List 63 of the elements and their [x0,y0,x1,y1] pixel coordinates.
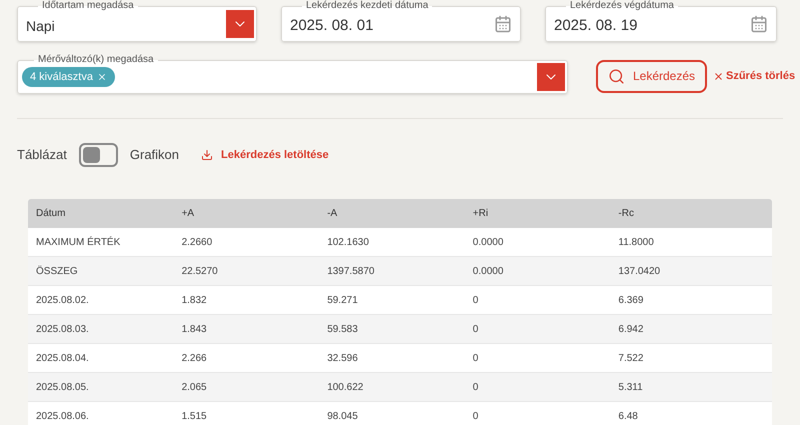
clear-filter-link[interactable]: Szűrés törlés [713,68,796,84]
table-cell-text: 32.596 [327,352,359,366]
field-label: Lekérdezés kezdeti dátuma [305,1,430,11]
table-cell-text: 6.369 [618,294,644,308]
table-cell-text: 22.5270 [182,264,219,278]
table-cell-text: 1.843 [182,322,208,336]
field-label: Időtartam megadása [41,1,135,11]
table-cell-text: 2.266 [182,352,208,366]
table-cell-text: 7.522 [618,352,644,366]
download-icon [201,149,214,161]
field-label: Mérőváltozó(k) megadása [37,55,155,65]
table-cell-text: 100.622 [327,380,364,394]
table-cell-text: 137.0420 [618,264,662,278]
table-cell-text: 2.2660 [182,236,214,250]
table-cell-text: ÖSSZEG [36,264,79,278]
table-cell-text: 0.0000 [472,264,504,278]
column-header: +A [182,207,196,221]
table-cell-text: 102.1630 [327,236,370,250]
remove-icon[interactable] [96,72,107,82]
table-cell-text: 2025.08.04. [36,352,90,366]
column-header: Dátum [36,207,66,221]
query-button[interactable]: Lekérdezés [596,60,707,92]
table-cell-text: 6.48 [618,410,639,424]
table-cell-text: 1397.5870 [327,264,376,278]
table-cell-text: 0.0000 [472,236,504,250]
table-cell-text: 2025.08.05. [36,380,90,394]
calendar-icon[interactable] [750,15,768,33]
table-cell-text: 2.065 [182,380,208,394]
search-icon [608,68,625,84]
input-field[interactable]: Időtartam megadása Napi [17,1,257,42]
close-icon [713,70,724,82]
input-field[interactable]: Mérőváltozó(k) megadása 4 kiválasztva [17,55,568,94]
column-header: -Rc [618,207,635,221]
table-cell-text: 2025.08.02. [36,294,90,308]
table-cell-text: 59.271 [327,294,359,308]
input-field[interactable]: Lekérdezés végdátuma 2025. 08. 19 [545,1,777,42]
table-cell-text: 0 [472,294,480,308]
table-cell-text: 0 [472,410,480,424]
table-cell-text: 0 [472,352,480,366]
table-cell-text: 0 [472,380,480,394]
table-cell-text: 1.832 [182,294,208,308]
view-toggle[interactable] [78,143,118,167]
table-cell-text: 98.045 [327,410,359,424]
table-cell-text: 11.8000 [618,236,655,250]
column-header: -A [327,207,338,221]
table-cell-text: 1.515 [182,410,208,424]
table-cell-text: 5.311 [618,380,644,394]
table-cell-text: 2025.08.03. [36,322,90,336]
field-value: 2025. 08. 19 [554,16,638,36]
field-value: 2025. 08. 01 [290,16,374,36]
column-header: +Ri [472,207,490,221]
table-cell-text: 59.583 [327,322,359,336]
field-label: Lekérdezés végdátuma [569,1,675,11]
download-link[interactable]: Lekérdezés letöltése [201,146,329,164]
table-cell-text: 0 [472,322,480,336]
field-value: Napi [26,16,56,36]
table-cell-text: 2025.08.06. [36,410,90,424]
toggle-label: Táblázat [17,146,67,164]
table-cell-text: MAXIMUM ÉRTÉK [36,235,122,250]
table-cell-text: 6.942 [618,322,644,336]
toggle-label: Grafikon [130,146,180,164]
input-field[interactable]: Lekérdezés kezdeti dátuma 2025. 08. 01 [281,1,521,42]
calendar-icon[interactable] [494,15,512,33]
